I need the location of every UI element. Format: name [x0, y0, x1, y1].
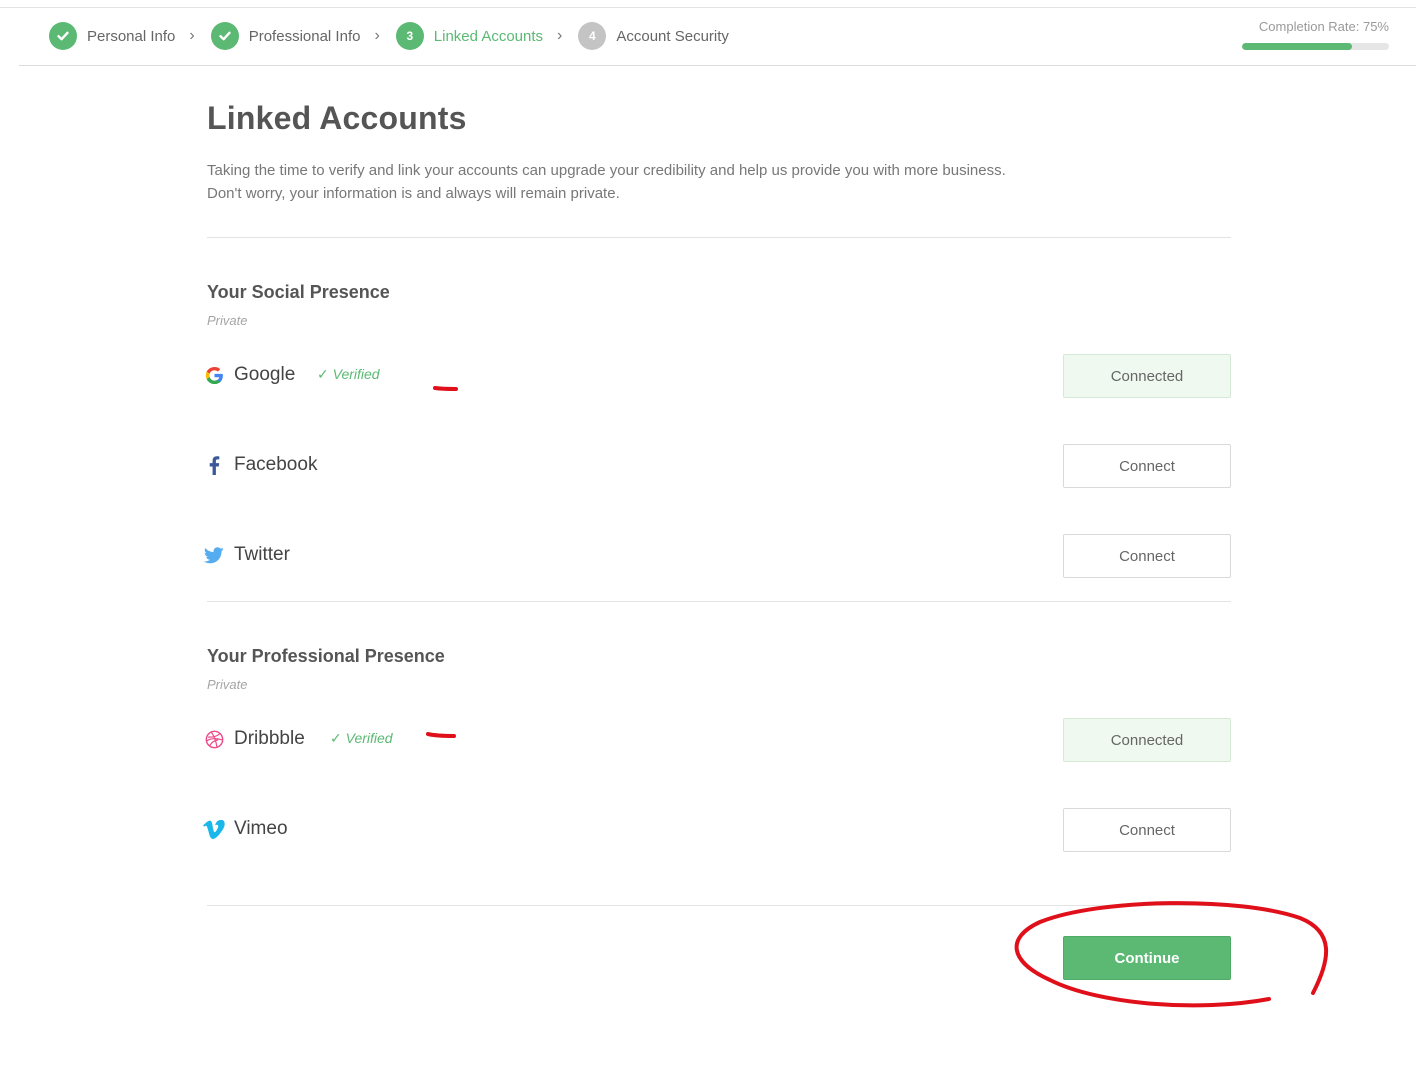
social-section-subtitle: Private [207, 313, 248, 328]
dribbble-connected-button[interactable]: Connected [1063, 718, 1231, 762]
step-progress: Personal Info › Professional Info › 3 Li… [49, 8, 729, 64]
professional-section-subtitle: Private [207, 677, 248, 692]
account-row-google: Google ✓ Verified Connected [205, 354, 1231, 398]
step-number-badge: 3 [395, 22, 424, 50]
account-name: Twitter [234, 544, 290, 565]
check-icon [49, 22, 77, 50]
check-icon [210, 22, 239, 50]
professional-section-title: Your Professional Presence [207, 646, 445, 666]
divider [207, 905, 1231, 906]
step-account-security[interactable]: 4 Account Security [578, 22, 729, 50]
account-name: Dribbble [234, 728, 305, 749]
google-connected-button[interactable]: Connected [1063, 354, 1231, 398]
twitter-connect-button[interactable]: Connect [1063, 534, 1231, 578]
account-row-vimeo: Vimeo Connect [203, 808, 1231, 852]
chevron-right-icon: › [374, 27, 380, 44]
twitter-icon [203, 544, 225, 566]
step-linked-accounts[interactable]: 3 Linked Accounts [395, 22, 544, 50]
step-personal-info[interactable]: Personal Info [49, 22, 175, 50]
account-row-dribbble: Dribbble ✓ Verified Connected [205, 718, 1231, 762]
step-professional-info[interactable]: Professional Info [210, 22, 361, 50]
chevron-right-icon: › [557, 27, 563, 44]
step-label: Account Security [616, 27, 729, 45]
main-content: Linked Accounts Taking the time to verif… [203, 100, 1231, 980]
facebook-connect-button[interactable]: Connect [1063, 444, 1231, 488]
account-name: Vimeo [234, 818, 288, 839]
continue-button[interactable]: Continue [1063, 936, 1231, 980]
completion-progress-bar [1242, 43, 1389, 50]
vimeo-icon [203, 818, 225, 840]
google-icon [203, 364, 225, 386]
step-label: Professional Info [248, 27, 361, 45]
account-name: Facebook [234, 454, 318, 475]
page-intro: Taking the time to verify and link your … [207, 162, 1006, 202]
completion-label: Completion Rate: 75% [1258, 19, 1389, 34]
page-title: Linked Accounts [207, 100, 467, 136]
completion-progress-fill [1242, 43, 1353, 50]
account-row-twitter: Twitter Connect [204, 534, 1231, 578]
divider [207, 237, 1231, 238]
verified-badge: ✓ Verified [330, 730, 393, 746]
social-section-title: Your Social Presence [207, 282, 390, 302]
wizard-header: Personal Info › Professional Info › 3 Li… [19, 8, 1416, 66]
vimeo-connect-button[interactable]: Connect [1063, 808, 1231, 852]
facebook-icon [203, 454, 225, 476]
verified-badge: ✓ Verified [317, 366, 380, 382]
divider [207, 601, 1231, 602]
account-name: Google [234, 364, 296, 385]
step-label: Personal Info [87, 27, 176, 45]
step-number-badge: 4 [578, 22, 607, 50]
dribbble-icon [203, 728, 225, 750]
completion-rate: Completion Rate: 75% [1242, 19, 1389, 50]
step-label: Linked Accounts [433, 27, 544, 45]
chevron-right-icon: › [189, 27, 195, 44]
account-row-facebook: Facebook Connect [207, 444, 1231, 488]
